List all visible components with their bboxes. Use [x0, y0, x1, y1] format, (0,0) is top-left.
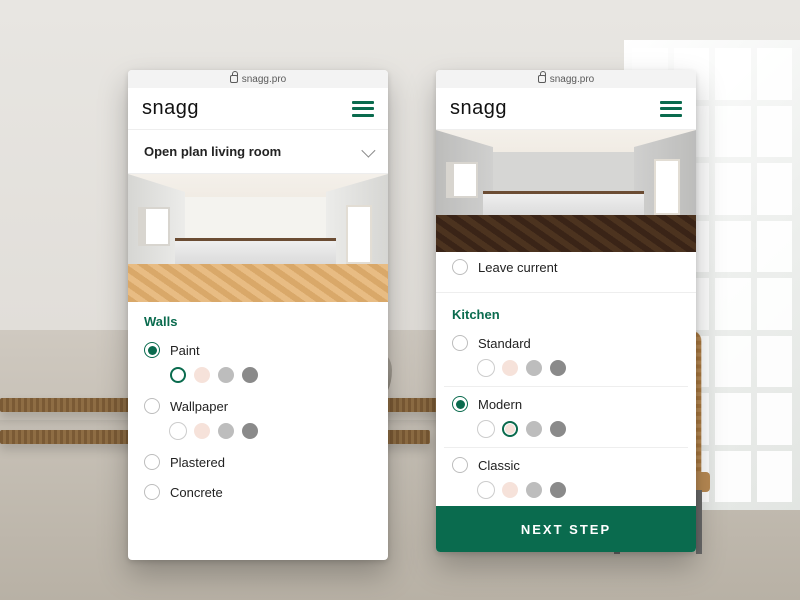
options-panel: Leave current Kitchen Standard Modern Clas… [436, 252, 696, 506]
options-panel: Walls Paint Wallpaper Plastered Concrete [128, 302, 388, 560]
lock-icon [230, 75, 238, 83]
browser-url-bar: snagg.pro [436, 70, 696, 88]
option-label: Wallpaper [170, 399, 228, 414]
radio-icon [144, 454, 160, 470]
divider [444, 386, 688, 387]
url-host: snagg.pro [242, 74, 286, 85]
option-label: Plastered [170, 455, 225, 470]
color-swatch[interactable] [478, 482, 494, 498]
room-dropdown-label: Open plan living room [144, 144, 281, 159]
color-swatch[interactable] [502, 421, 518, 437]
option-label: Modern [478, 397, 522, 412]
radio-icon [452, 259, 468, 275]
color-swatch[interactable] [218, 367, 234, 383]
color-swatch[interactable] [526, 421, 542, 437]
logo: snagg [450, 97, 507, 120]
color-swatch[interactable] [550, 360, 566, 376]
option-classic[interactable]: Classic [444, 450, 688, 480]
radio-icon [144, 342, 160, 358]
radio-icon [144, 398, 160, 414]
radio-icon [144, 484, 160, 500]
app-header: snagg [128, 88, 388, 130]
color-swatch[interactable] [170, 423, 186, 439]
color-swatch[interactable] [242, 367, 258, 383]
option-standard[interactable]: Standard [444, 328, 688, 358]
color-swatch[interactable] [242, 423, 258, 439]
color-swatch[interactable] [218, 423, 234, 439]
phone-left: snagg.pro snagg Open plan living room Wa… [128, 70, 388, 560]
swatch-row [136, 421, 380, 447]
color-swatch[interactable] [502, 482, 518, 498]
color-swatch[interactable] [170, 367, 186, 383]
option-label: Standard [478, 336, 531, 351]
option-paint[interactable]: Paint [136, 335, 380, 365]
color-swatch[interactable] [526, 482, 542, 498]
chevron-down-icon [361, 143, 375, 157]
option-plastered[interactable]: Plastered [136, 447, 380, 477]
next-step-button[interactable]: NEXT STEP [436, 506, 696, 552]
divider [436, 292, 696, 293]
swatch-row [444, 480, 688, 506]
menu-icon[interactable] [660, 101, 682, 117]
swatch-row [136, 365, 380, 391]
option-label: Paint [170, 343, 200, 358]
browser-url-bar: snagg.pro [128, 70, 388, 88]
option-modern[interactable]: Modern [444, 389, 688, 419]
section-title-walls: Walls [128, 302, 388, 335]
radio-icon [452, 457, 468, 473]
phone-right: snagg.pro snagg Leave current Kitchen St… [436, 70, 696, 552]
section-title-kitchen: Kitchen [436, 295, 696, 328]
color-swatch[interactable] [194, 423, 210, 439]
swatch-row [444, 419, 688, 445]
color-swatch[interactable] [550, 421, 566, 437]
room-dropdown[interactable]: Open plan living room [128, 130, 388, 174]
app-header: snagg [436, 88, 696, 130]
url-host: snagg.pro [550, 74, 594, 85]
color-swatch[interactable] [502, 360, 518, 376]
color-swatch[interactable] [478, 421, 494, 437]
color-swatch[interactable] [194, 367, 210, 383]
room-render [436, 130, 696, 252]
option-label: Concrete [170, 485, 223, 500]
menu-icon[interactable] [352, 101, 374, 117]
swatch-row [444, 358, 688, 384]
option-label: Classic [478, 458, 520, 473]
color-swatch[interactable] [550, 482, 566, 498]
option-concrete[interactable]: Concrete [136, 477, 380, 507]
cta-label: NEXT STEP [521, 522, 611, 537]
lock-icon [538, 75, 546, 83]
color-swatch[interactable] [478, 360, 494, 376]
option-wallpaper[interactable]: Wallpaper [136, 391, 380, 421]
divider [444, 447, 688, 448]
room-render [128, 174, 388, 302]
radio-icon [452, 396, 468, 412]
color-swatch[interactable] [526, 360, 542, 376]
option-label: Leave current [478, 260, 558, 275]
radio-icon [452, 335, 468, 351]
option-leave-current[interactable]: Leave current [444, 252, 688, 282]
logo: snagg [142, 97, 199, 120]
